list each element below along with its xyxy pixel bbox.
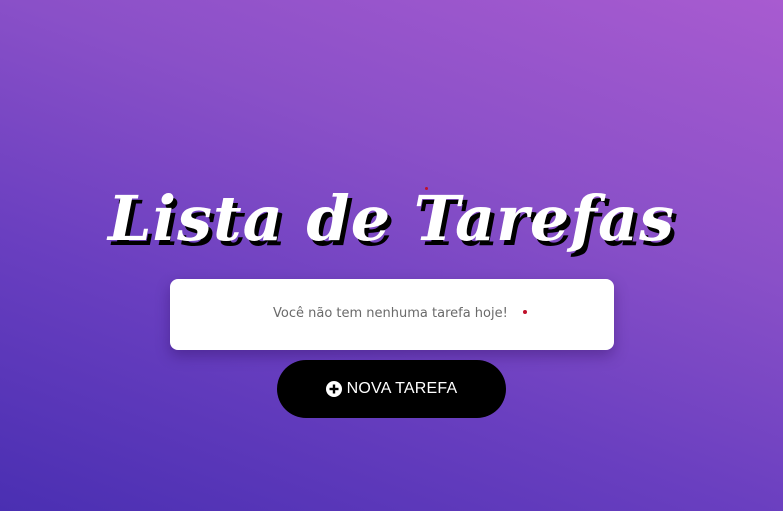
new-task-button[interactable]: NOVA TAREFA <box>277 360 506 418</box>
task-list-card: Você não tem nenhuma tarefa hoje! <box>170 279 614 350</box>
plus-circle-icon <box>325 381 342 397</box>
empty-tasks-message: Você não tem nenhuma tarefa hoje! <box>273 306 508 321</box>
new-task-button-label: NOVA TAREFA <box>346 380 458 397</box>
card-decoration-dot <box>523 310 527 314</box>
page-title: Lista de Tarefas <box>107 181 676 255</box>
title-decoration-dot <box>425 187 428 190</box>
